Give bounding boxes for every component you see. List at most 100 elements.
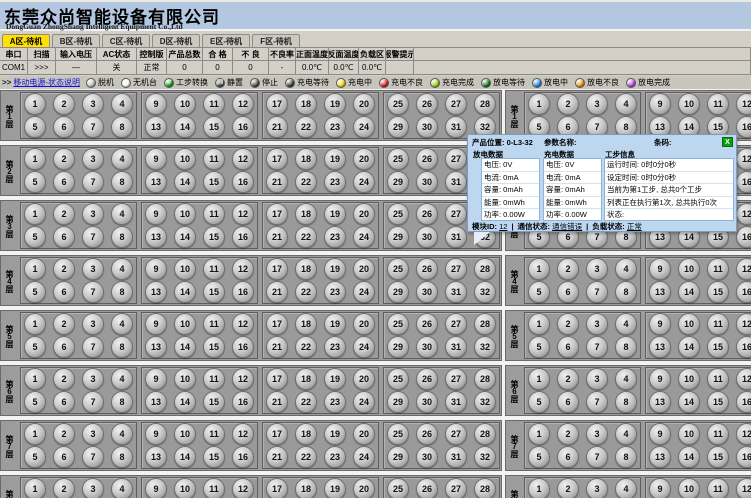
cell-circle[interactable]: 19 [324, 423, 346, 445]
cell-circle[interactable]: 11 [707, 258, 729, 280]
cell-circle[interactable]: 4 [615, 368, 637, 390]
cell-circle[interactable]: 9 [145, 313, 167, 335]
cell-circle[interactable]: 20 [353, 93, 375, 115]
cell-circle[interactable]: 11 [707, 423, 729, 445]
cell-circle[interactable]: 28 [474, 313, 496, 335]
cell-circle[interactable]: 14 [678, 281, 700, 303]
cell-circle[interactable]: 15 [707, 446, 729, 468]
cell-circle[interactable]: 25 [387, 203, 409, 225]
cell-circle[interactable]: 29 [387, 446, 409, 468]
cell-circle[interactable]: 10 [678, 313, 700, 335]
cell-circle[interactable]: 30 [416, 446, 438, 468]
cell-circle[interactable]: 30 [416, 336, 438, 358]
cell-circle[interactable]: 9 [649, 368, 671, 390]
cell-circle[interactable]: 14 [678, 336, 700, 358]
cell-circle[interactable]: 4 [111, 423, 133, 445]
cell-circle[interactable]: 11 [707, 368, 729, 390]
cell-circle[interactable]: 15 [707, 336, 729, 358]
cell-circle[interactable]: 31 [445, 391, 467, 413]
cell-circle[interactable]: 3 [586, 478, 608, 498]
cell-circle[interactable]: 16 [232, 116, 254, 138]
cell-circle[interactable]: 28 [474, 478, 496, 498]
cell-circle[interactable]: 10 [174, 423, 196, 445]
cell-circle[interactable]: 13 [145, 446, 167, 468]
cell-circle[interactable]: 19 [324, 313, 346, 335]
cell-circle[interactable]: 12 [232, 258, 254, 280]
cell-circle[interactable]: 25 [387, 93, 409, 115]
cell-circle[interactable]: 19 [324, 203, 346, 225]
cell-circle[interactable]: 16 [736, 116, 751, 138]
cell-circle[interactable]: 3 [82, 423, 104, 445]
status-description-link[interactable]: 移动电源-状态说明 [13, 77, 80, 88]
cell-circle[interactable]: 12 [232, 313, 254, 335]
cell-circle[interactable]: 17 [266, 258, 288, 280]
cell-circle[interactable]: 8 [111, 116, 133, 138]
cell-circle[interactable]: 10 [678, 93, 700, 115]
cell-circle[interactable]: 11 [203, 423, 225, 445]
cell-circle[interactable]: 17 [266, 93, 288, 115]
cell-circle[interactable]: 24 [353, 281, 375, 303]
cell-circle[interactable]: 25 [387, 148, 409, 170]
cell-circle[interactable]: 26 [416, 93, 438, 115]
cell-circle[interactable]: 2 [557, 478, 579, 498]
cell-circle[interactable]: 12 [232, 203, 254, 225]
cell-circle[interactable]: 4 [111, 478, 133, 498]
cell-circle[interactable]: 1 [528, 478, 550, 498]
cell-circle[interactable]: 25 [387, 368, 409, 390]
cell-circle[interactable]: 24 [353, 226, 375, 248]
tab-zone-0[interactable]: A区-待机 [2, 34, 50, 47]
cell-circle[interactable]: 9 [649, 258, 671, 280]
cell-circle[interactable]: 2 [53, 203, 75, 225]
cell-circle[interactable]: 27 [445, 258, 467, 280]
cell-circle[interactable]: 7 [586, 391, 608, 413]
cell-circle[interactable]: 8 [111, 336, 133, 358]
cell-circle[interactable]: 11 [203, 478, 225, 498]
cell-circle[interactable]: 27 [445, 148, 467, 170]
cell-circle[interactable]: 26 [416, 368, 438, 390]
cell-circle[interactable]: 9 [145, 93, 167, 115]
cell-circle[interactable]: 9 [145, 258, 167, 280]
tab-zone-1[interactable]: B区-待机 [52, 34, 100, 47]
cell-circle[interactable]: 24 [353, 336, 375, 358]
tab-zone-4[interactable]: E区-待机 [202, 34, 250, 47]
cell-circle[interactable]: 6 [53, 281, 75, 303]
cell-circle[interactable]: 31 [445, 171, 467, 193]
cell-circle[interactable]: 7 [82, 226, 104, 248]
cell-circle[interactable]: 6 [53, 116, 75, 138]
cell-circle[interactable]: 6 [557, 446, 579, 468]
cell-circle[interactable]: 4 [615, 423, 637, 445]
cell-circle[interactable]: 28 [474, 423, 496, 445]
cell-circle[interactable]: 23 [324, 226, 346, 248]
cell-circle[interactable]: 11 [203, 313, 225, 335]
cell-circle[interactable]: 28 [474, 368, 496, 390]
cell-circle[interactable]: 16 [736, 226, 751, 248]
cell-circle[interactable]: 12 [736, 93, 751, 115]
cell-circle[interactable]: 11 [203, 148, 225, 170]
cell-circle[interactable]: 32 [474, 281, 496, 303]
cell-circle[interactable]: 13 [145, 226, 167, 248]
cell-circle[interactable]: 30 [416, 226, 438, 248]
cell-circle[interactable]: 4 [615, 478, 637, 498]
cell-circle[interactable]: 7 [82, 281, 104, 303]
cell-circle[interactable]: 3 [82, 313, 104, 335]
cell-circle[interactable]: 7 [586, 336, 608, 358]
cell-circle[interactable]: 22 [295, 281, 317, 303]
cell-circle[interactable]: 10 [174, 478, 196, 498]
cell-circle[interactable]: 17 [266, 148, 288, 170]
cell-circle[interactable]: 4 [615, 258, 637, 280]
cell-circle[interactable]: 19 [324, 478, 346, 498]
cell-circle[interactable]: 15 [203, 281, 225, 303]
cell-circle[interactable]: 32 [474, 336, 496, 358]
cell-circle[interactable]: 25 [387, 423, 409, 445]
cell-circle[interactable]: 11 [203, 93, 225, 115]
cell-circle[interactable]: 21 [266, 281, 288, 303]
cell-circle[interactable]: 9 [145, 148, 167, 170]
cell-circle[interactable]: 30 [416, 281, 438, 303]
cell-circle[interactable]: 1 [528, 258, 550, 280]
cell-circle[interactable]: 13 [145, 116, 167, 138]
cell-circle[interactable]: 19 [324, 93, 346, 115]
cell-circle[interactable]: 5 [528, 281, 550, 303]
cell-circle[interactable]: 7 [82, 171, 104, 193]
cell-circle[interactable]: 2 [53, 423, 75, 445]
cell-circle[interactable]: 2 [53, 93, 75, 115]
